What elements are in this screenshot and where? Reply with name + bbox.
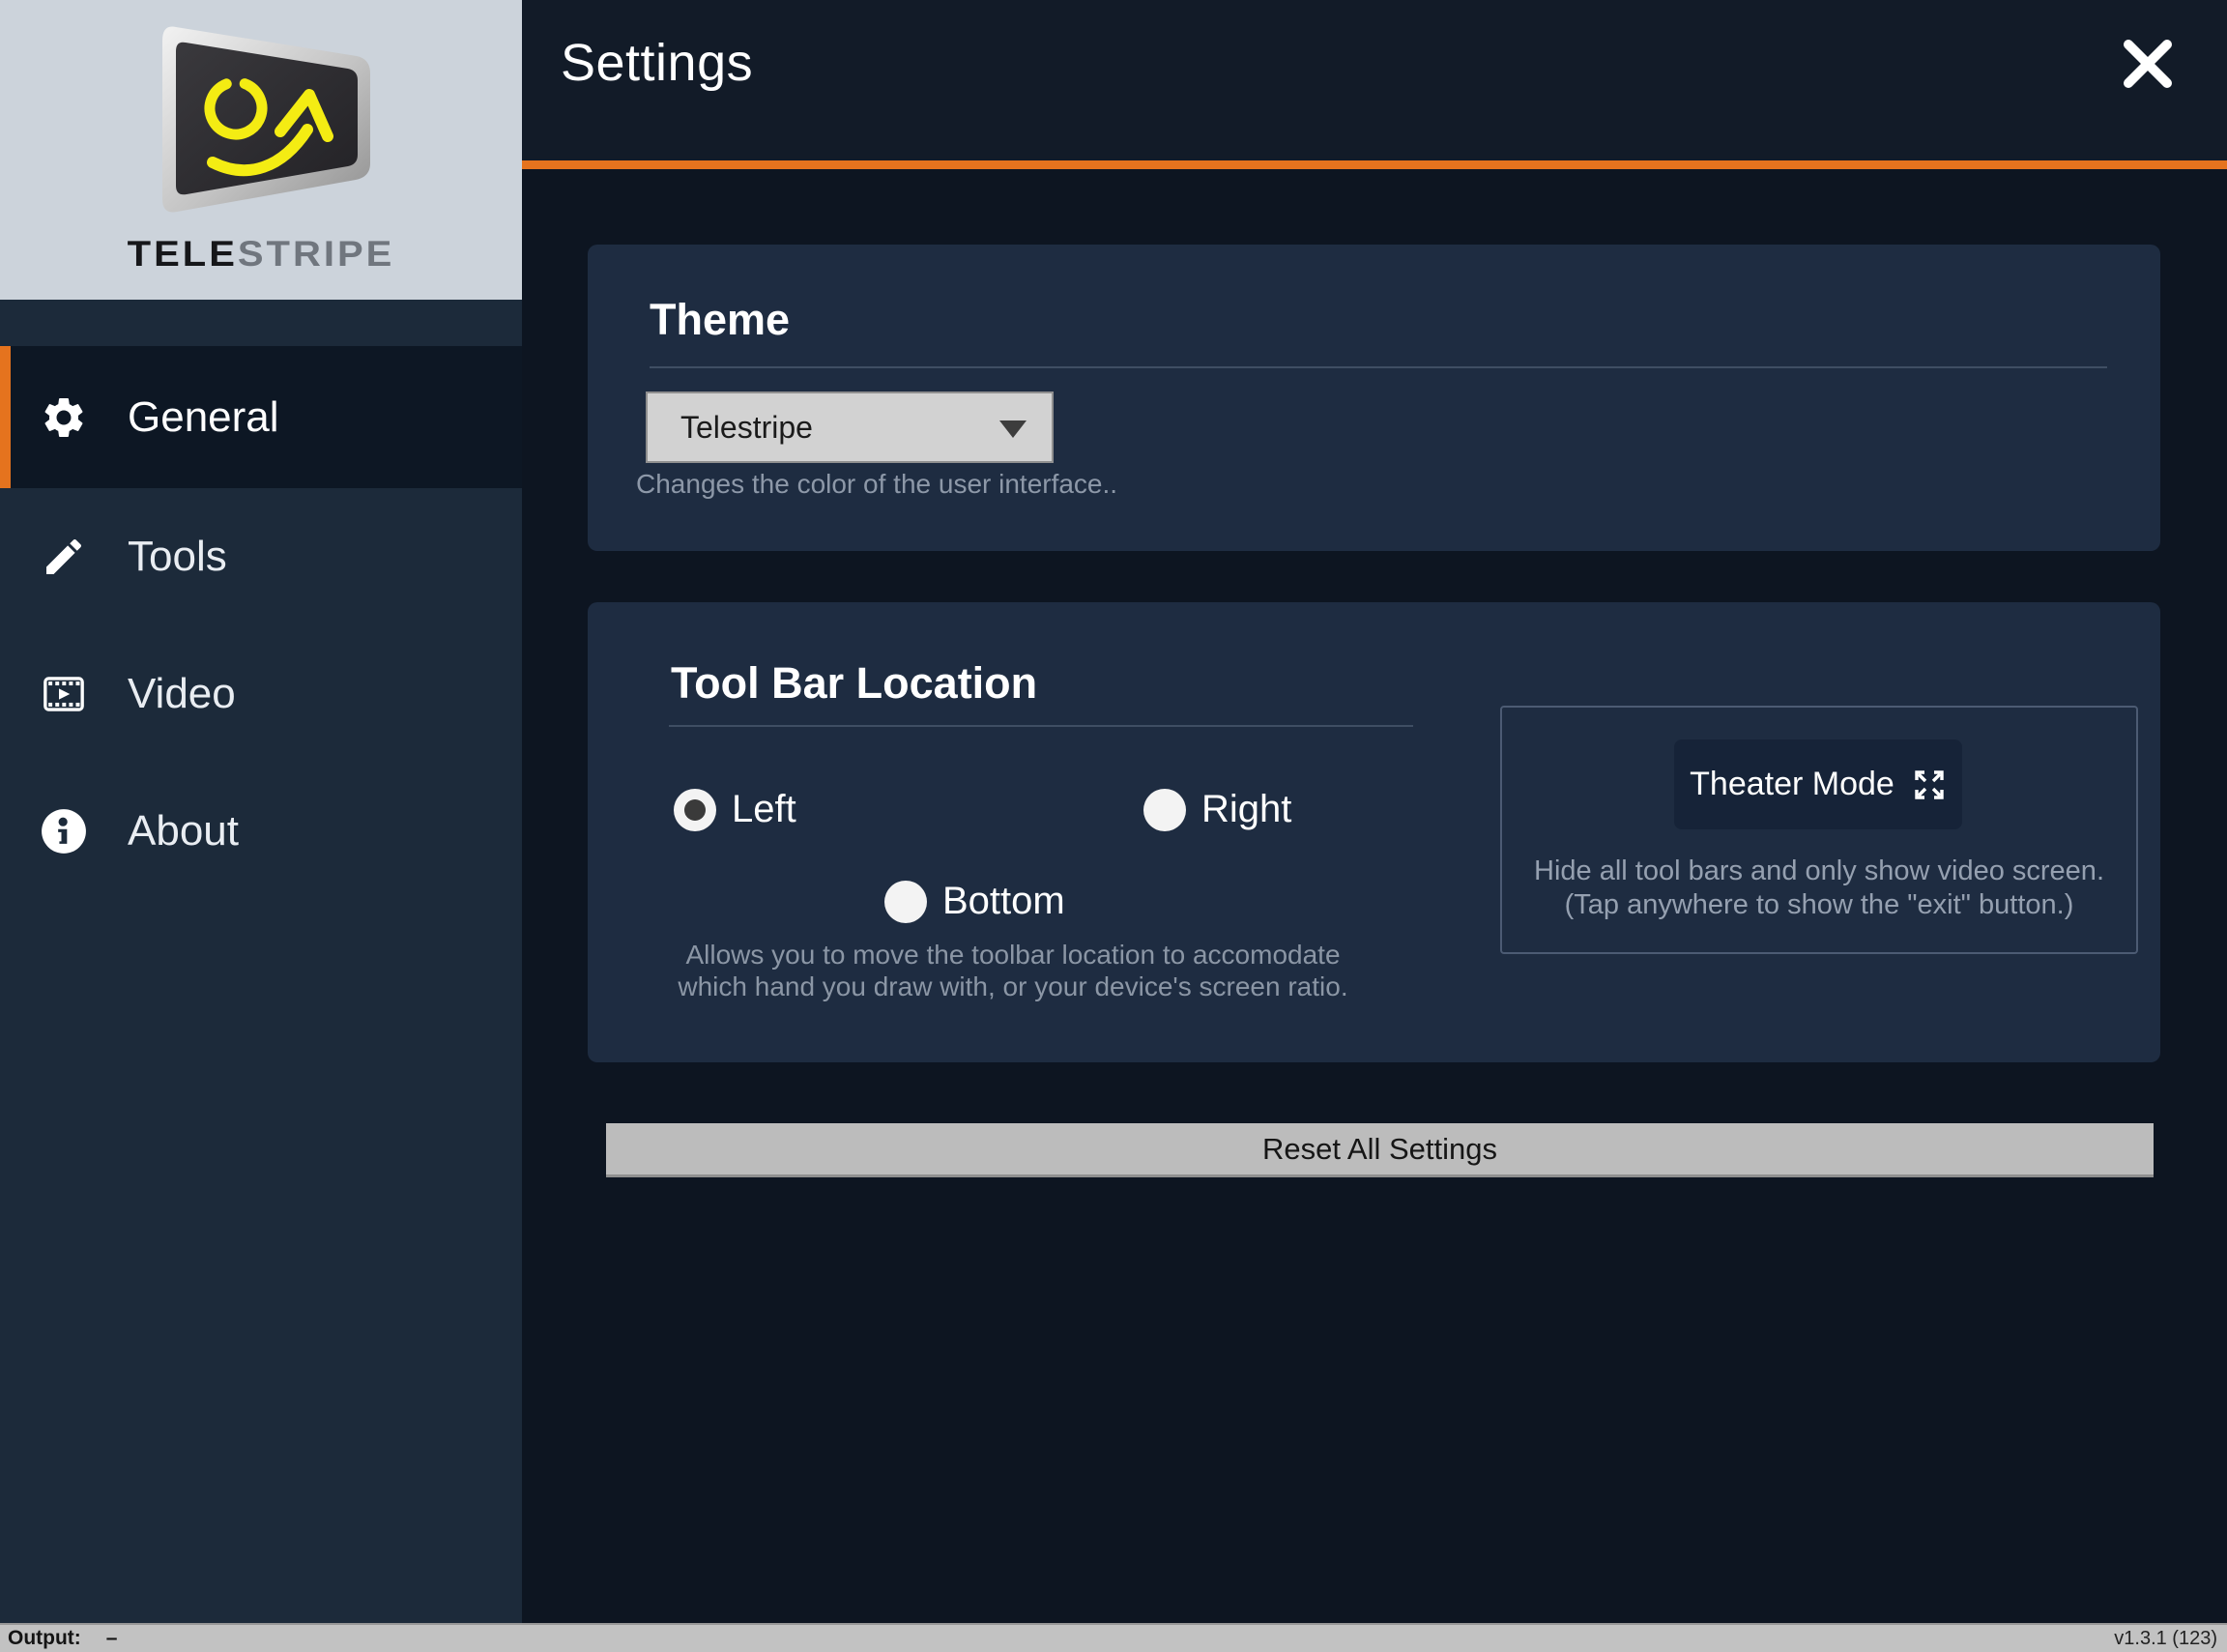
sidebar-item-general[interactable]: General xyxy=(0,346,522,488)
theme-card: Theme Telestripe Changes the color of th… xyxy=(588,245,2160,551)
close-icon xyxy=(2119,35,2177,98)
logo-panel: TELESTRIPE xyxy=(0,0,522,300)
theme-dropdown-value: Telestripe xyxy=(680,410,813,446)
theme-divider xyxy=(650,366,2107,368)
theme-card-title: Theme xyxy=(650,295,790,345)
radio-option-left[interactable]: Left xyxy=(674,788,796,831)
radio-bottom-label: Bottom xyxy=(942,880,1065,923)
toolbar-card-title: Tool Bar Location xyxy=(671,658,1037,709)
output-value: – xyxy=(106,1627,118,1650)
output-label: Output: xyxy=(8,1627,81,1650)
theater-caption-line2: (Tap anywhere to show the "exit" button.… xyxy=(1502,888,2136,922)
radio-option-right[interactable]: Right xyxy=(1143,788,1291,831)
theme-caption: Changes the color of the user interface.… xyxy=(636,469,1117,500)
theater-caption: Hide all tool bars and only show video s… xyxy=(1502,855,2136,922)
gear-icon xyxy=(39,392,89,443)
theater-mode-panel: Theater Mode Hide all tool bars and only… xyxy=(1500,706,2138,954)
brand-stripe: STRIPE xyxy=(238,235,394,274)
reset-all-settings-button[interactable]: Reset All Settings xyxy=(606,1123,2154,1177)
radio-left[interactable] xyxy=(674,789,716,831)
brand-tele: TELE xyxy=(128,235,238,274)
sidebar-item-label: Tools xyxy=(128,533,227,581)
close-button[interactable] xyxy=(2117,35,2179,97)
page-title: Settings xyxy=(561,33,753,93)
pencil-icon xyxy=(39,532,89,582)
theater-mode-button-label: Theater Mode xyxy=(1690,766,1894,803)
radio-right[interactable] xyxy=(1143,789,1186,831)
toolbar-divider xyxy=(669,725,1413,727)
sidebar-item-about[interactable]: About xyxy=(0,763,522,900)
info-icon xyxy=(39,806,89,856)
toolbar-location-card: Tool Bar Location Left Right Bottom Allo… xyxy=(588,602,2160,1062)
sidebar-item-tools[interactable]: Tools xyxy=(0,488,522,625)
theater-mode-button[interactable]: Theater Mode xyxy=(1674,739,1962,829)
chevron-down-icon xyxy=(999,420,1027,438)
toolbar-caption-line1: Allows you to move the toolbar location … xyxy=(646,939,1380,971)
sidebar-item-label: Video xyxy=(128,670,236,718)
sidebar-item-video[interactable]: Video xyxy=(0,625,522,763)
telestripe-logo xyxy=(116,10,406,237)
sidebar-item-label: About xyxy=(128,807,239,855)
reset-button-label: Reset All Settings xyxy=(1262,1132,1497,1167)
status-bar: Output: – v1.3.1 (123) xyxy=(0,1623,2227,1652)
brand-wordmark: TELESTRIPE xyxy=(128,235,395,275)
theater-caption-line1: Hide all tool bars and only show video s… xyxy=(1502,855,2136,888)
theme-dropdown[interactable]: Telestripe xyxy=(646,391,1054,463)
radio-left-label: Left xyxy=(732,788,796,831)
radio-option-bottom[interactable]: Bottom xyxy=(884,880,1065,923)
toolbar-caption: Allows you to move the toolbar location … xyxy=(646,939,1380,1002)
expand-icon xyxy=(1912,768,1947,802)
version-label: v1.3.1 (123) xyxy=(2114,1628,2217,1650)
header: Settings xyxy=(522,0,2227,160)
sidebar-item-label: General xyxy=(128,393,279,442)
header-accent-line xyxy=(522,160,2227,169)
toolbar-caption-line2: which hand you draw with, or your device… xyxy=(646,971,1380,1002)
film-icon xyxy=(39,669,89,719)
radio-bottom[interactable] xyxy=(884,881,927,923)
sidebar: TELESTRIPE General Tools xyxy=(0,0,522,1623)
radio-right-label: Right xyxy=(1201,788,1291,831)
